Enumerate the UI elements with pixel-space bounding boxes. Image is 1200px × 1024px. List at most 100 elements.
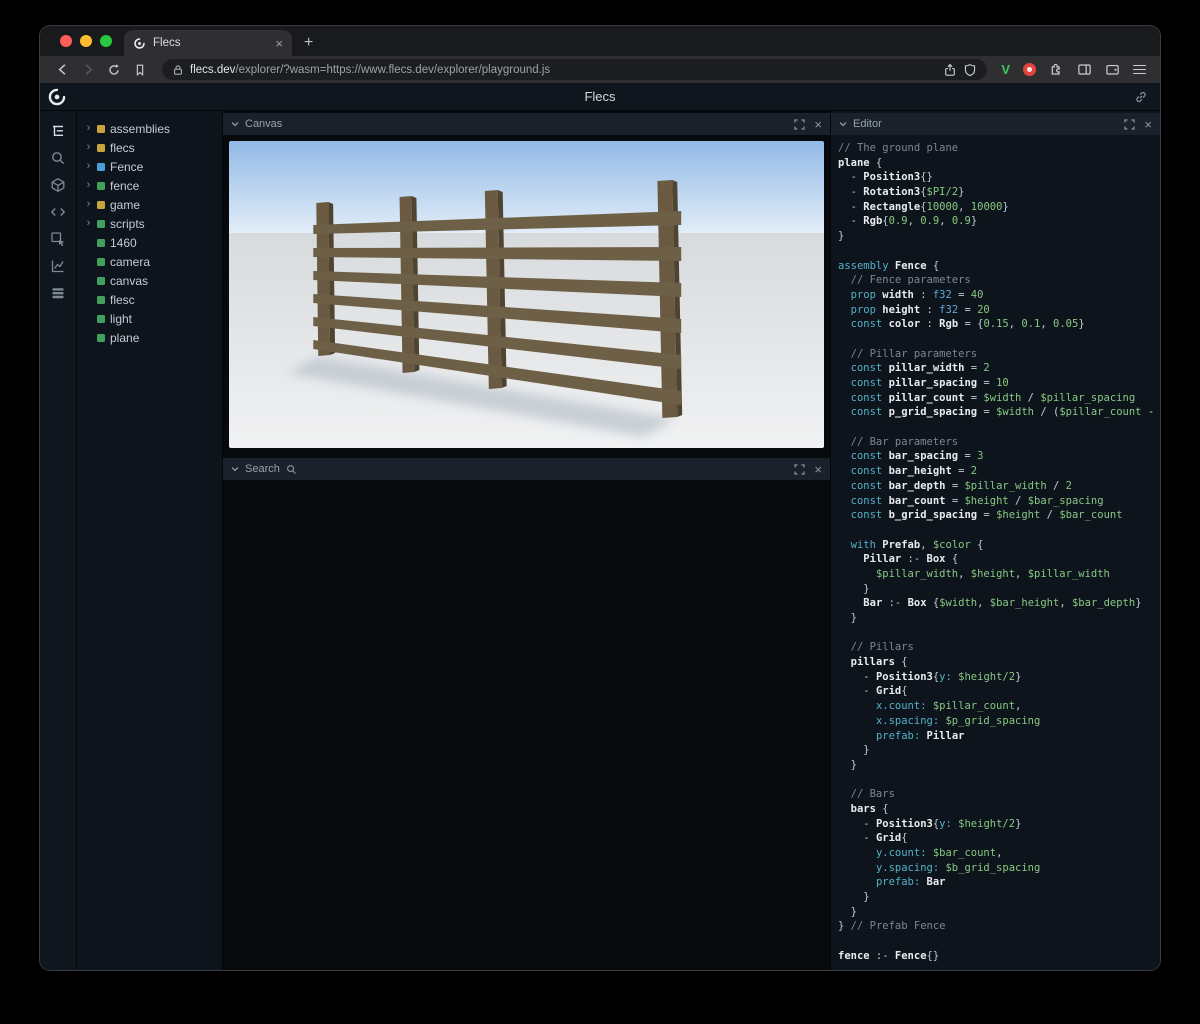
search-tool-icon[interactable] [50, 150, 66, 166]
code-line[interactable]: plane { [838, 156, 1160, 171]
share-link-icon[interactable] [1134, 90, 1148, 104]
code-line[interactable]: - Grid{ [838, 831, 1160, 846]
code-line[interactable]: - Rgb{0.9, 0.9, 0.9} [838, 214, 1160, 229]
code-line[interactable]: - Grid{ [838, 684, 1160, 699]
entities-cube-icon[interactable] [50, 177, 66, 193]
chevron-down-icon[interactable] [231, 121, 239, 127]
tree-item-camera[interactable]: camera [77, 252, 222, 271]
code-line[interactable]: const b_grid_spacing = $height / $bar_co… [838, 508, 1160, 523]
wallet-icon[interactable] [1105, 62, 1120, 77]
code-editor[interactable]: // The ground planeplane { - Position3{}… [831, 135, 1160, 970]
code-line[interactable]: - Rectangle{10000, 10000} [838, 200, 1160, 215]
code-line[interactable]: - Position3{y: $height/2} [838, 670, 1160, 685]
code-line[interactable]: with Prefab, $color { [838, 538, 1160, 553]
code-line[interactable]: prop width : f32 = 40 [838, 288, 1160, 303]
code-line[interactable]: fence :- Fence{} [838, 949, 1160, 964]
code-line[interactable]: } [838, 905, 1160, 920]
expand-panel-icon[interactable] [794, 119, 805, 130]
code-line[interactable]: } [838, 229, 1160, 244]
code-line[interactable]: bars { [838, 802, 1160, 817]
3d-viewport[interactable] [229, 141, 824, 448]
code-line[interactable]: Bar :- Box {$width, $bar_height, $bar_de… [838, 596, 1160, 611]
chevron-down-icon[interactable] [839, 121, 847, 127]
code-line[interactable] [838, 773, 1160, 788]
code-line[interactable]: - Position3{} [838, 170, 1160, 185]
code-line[interactable]: prop height : f32 = 20 [838, 303, 1160, 318]
code-line[interactable] [838, 332, 1160, 347]
bookmark-icon[interactable] [128, 59, 152, 81]
code-line[interactable]: // Pillar parameters [838, 347, 1160, 362]
code-line[interactable]: const bar_spacing = 3 [838, 449, 1160, 464]
code-line[interactable]: prefab: Bar [838, 875, 1160, 890]
code-line[interactable]: const bar_depth = $pillar_width / 2 [838, 479, 1160, 494]
back-button[interactable] [50, 59, 74, 81]
chevron-down-icon[interactable] [231, 466, 239, 472]
code-line[interactable] [838, 626, 1160, 641]
tab-close-icon[interactable]: × [275, 37, 283, 50]
close-panel-icon[interactable]: × [1144, 118, 1152, 131]
code-line[interactable]: const color : Rgb = {0.15, 0.1, 0.05} [838, 317, 1160, 332]
expand-panel-icon[interactable] [1124, 119, 1135, 130]
red-extension-icon[interactable] [1023, 63, 1036, 76]
close-panel-icon[interactable]: × [814, 463, 822, 476]
code-line[interactable]: } [838, 743, 1160, 758]
code-line[interactable]: assembly Fence { [838, 259, 1160, 274]
tree-item-flecs[interactable]: ›flecs [77, 138, 222, 157]
tree-item-light[interactable]: light [77, 309, 222, 328]
expand-arrow-icon[interactable]: › [85, 218, 92, 229]
share-icon[interactable] [943, 63, 957, 77]
code-line[interactable]: } [838, 890, 1160, 905]
window-close-button[interactable] [60, 35, 72, 47]
code-line[interactable]: } [838, 582, 1160, 597]
tree-item-game[interactable]: ›game [77, 195, 222, 214]
tree-item-flesc[interactable]: flesc [77, 290, 222, 309]
window-zoom-button[interactable] [100, 35, 112, 47]
sidebar-panel-icon[interactable] [1077, 62, 1092, 77]
v-extension-icon[interactable]: V [1001, 62, 1010, 77]
new-tab-button[interactable]: + [304, 34, 313, 52]
tree-item-plane[interactable]: plane [77, 328, 222, 347]
code-line[interactable] [838, 934, 1160, 949]
tree-item-Fence[interactable]: ›Fence [77, 157, 222, 176]
code-line[interactable]: const bar_count = $height / $bar_spacing [838, 494, 1160, 509]
browser-tab[interactable]: Flecs × [124, 30, 292, 56]
extensions-puzzle-icon[interactable] [1049, 62, 1064, 77]
code-line[interactable]: // Bar parameters [838, 435, 1160, 450]
code-line[interactable]: const pillar_width = 2 [838, 361, 1160, 376]
tree-item-1460[interactable]: 1460 [77, 233, 222, 252]
stats-chart-icon[interactable] [50, 258, 66, 274]
inspect-tool-icon[interactable] [50, 231, 66, 247]
code-line[interactable]: - Rotation3{$PI/2} [838, 185, 1160, 200]
code-line[interactable]: } // Prefab Fence [838, 919, 1160, 934]
code-line[interactable] [838, 523, 1160, 538]
expand-arrow-icon[interactable]: › [85, 180, 92, 191]
menu-icon[interactable] [1133, 65, 1146, 75]
search-results-area[interactable] [223, 480, 830, 970]
code-line[interactable]: pillars { [838, 655, 1160, 670]
code-line[interactable]: // The ground plane [838, 141, 1160, 156]
address-bar[interactable]: flecs.dev/explorer/?wasm=https://www.fle… [162, 59, 987, 80]
tree-item-assemblies[interactable]: ›assemblies [77, 119, 222, 138]
code-tool-icon[interactable] [50, 204, 66, 220]
code-line[interactable]: y.spacing: $b_grid_spacing [838, 861, 1160, 876]
code-line[interactable]: const pillar_spacing = 10 [838, 376, 1160, 391]
expand-arrow-icon[interactable]: › [85, 142, 92, 153]
expand-arrow-icon[interactable]: › [85, 123, 92, 134]
tree-item-scripts[interactable]: ›scripts [77, 214, 222, 233]
code-line[interactable]: x.spacing: $p_grid_spacing [838, 714, 1160, 729]
forward-button[interactable] [76, 59, 100, 81]
code-line[interactable]: // Pillars [838, 640, 1160, 655]
code-line[interactable]: } [838, 611, 1160, 626]
reload-button[interactable] [102, 59, 126, 81]
code-line[interactable]: x.count: $pillar_count, [838, 699, 1160, 714]
close-panel-icon[interactable]: × [814, 118, 822, 131]
tree-item-canvas[interactable]: canvas [77, 271, 222, 290]
code-line[interactable]: Pillar :- Box { [838, 552, 1160, 567]
code-line[interactable]: $pillar_width, $height, $pillar_width [838, 567, 1160, 582]
code-line[interactable]: const pillar_count = $width / $pillar_sp… [838, 391, 1160, 406]
code-line[interactable]: y.count: $bar_count, [838, 846, 1160, 861]
queries-rows-icon[interactable] [50, 285, 66, 301]
expand-arrow-icon[interactable]: › [85, 161, 92, 172]
code-line[interactable]: const p_grid_spacing = $width / ($pillar… [838, 405, 1160, 420]
tree-view-icon[interactable] [50, 123, 66, 139]
